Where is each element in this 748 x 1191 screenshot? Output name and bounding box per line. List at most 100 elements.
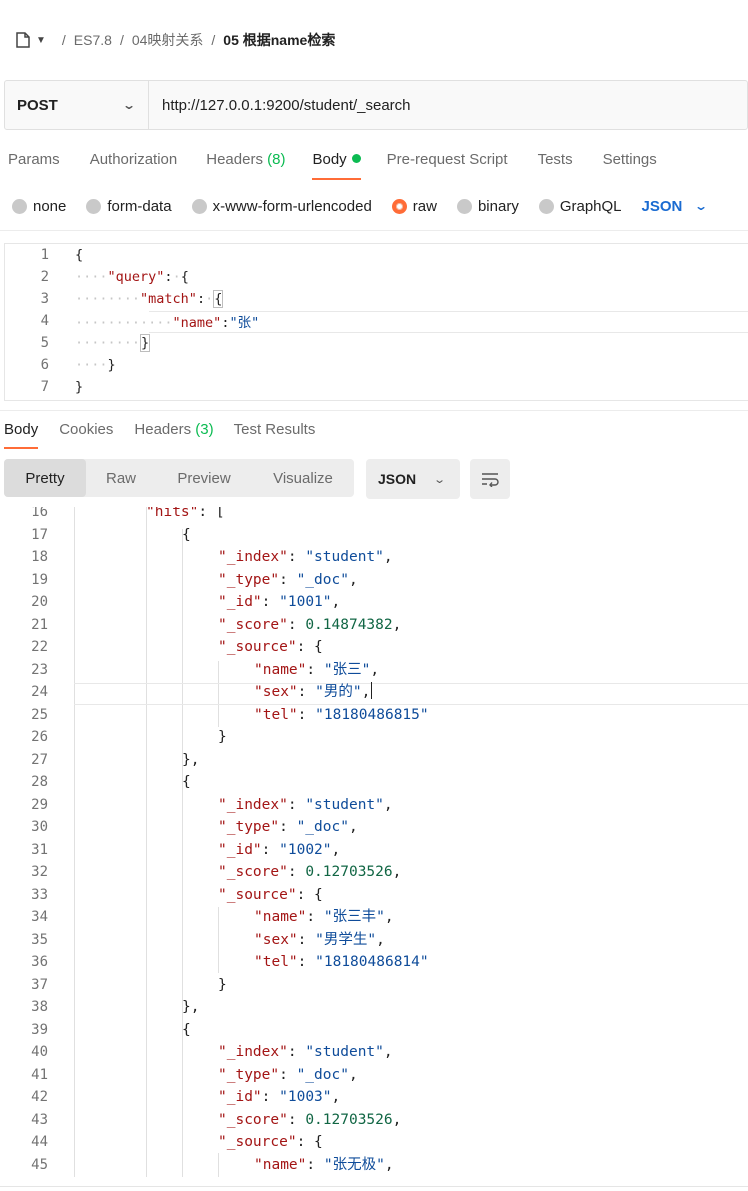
- radio-x-www-form-urlencoded[interactable]: x-www-form-urlencoded: [191, 198, 372, 215]
- json-punctuation: : {: [296, 886, 323, 903]
- json-punctuation: ,: [383, 796, 393, 813]
- breadcrumb-collection[interactable]: ES7.8: [74, 32, 112, 48]
- json-key: "_index": [218, 1044, 288, 1060]
- tab-headers[interactable]: Headers (8): [206, 140, 285, 182]
- body-indicator-dot: [351, 154, 361, 163]
- response-body-viewer[interactable]: 16 "hits": [17 {18 "_index": "student", 19 "_…: [0, 507, 748, 1177]
- json-key: "name": [254, 1156, 307, 1173]
- json-key: "_type": [218, 1066, 280, 1083]
- line-number: 37: [31, 976, 48, 993]
- json-punctuation: :: [297, 706, 316, 723]
- json-string: "student": [305, 1044, 384, 1060]
- radio-graphql[interactable]: GraphQL: [538, 198, 622, 215]
- json-punctuation: },: [182, 999, 200, 1015]
- brace-matched: {: [213, 290, 224, 308]
- radio-binary[interactable]: binary: [456, 197, 519, 215]
- code-text: {: [182, 771, 191, 793]
- code-text: {: [182, 524, 191, 546]
- json-punctuation: : [: [198, 507, 225, 520]
- code-line: 29 "_index": "student",: [0, 794, 748, 816]
- tab-test-results[interactable]: Test Results: [234, 411, 316, 451]
- url-input[interactable]: http://127.0.0.1:9200/student/_search: [149, 81, 411, 129]
- body-format-dropdown[interactable]: JSON ⌄: [641, 197, 709, 215]
- json-punctuation: :: [297, 931, 316, 948]
- divider: [0, 230, 748, 231]
- request-body-editor[interactable]: 1{ 2 ····"query":·{ 3 ········"match":·{ 4…: [4, 243, 748, 401]
- radio-form-data[interactable]: form-data: [86, 198, 172, 215]
- code-text: }: [218, 974, 227, 996]
- code-line: 30 "_type": "_doc",: [0, 816, 748, 838]
- code-line: 1{: [5, 244, 748, 266]
- json-punctuation: : {: [296, 639, 323, 655]
- tab-pre-request-script[interactable]: Pre-request Script: [387, 140, 508, 182]
- line-number: 23: [31, 661, 48, 678]
- json-punctuation: :: [306, 909, 324, 925]
- body-format-label: JSON: [641, 197, 683, 215]
- tab-authorization[interactable]: Authorization: [90, 140, 178, 182]
- json-punctuation: ,: [361, 684, 371, 700]
- tab-response-body[interactable]: Body: [4, 411, 39, 451]
- json-key: "_source": [218, 639, 297, 655]
- json-punctuation: :: [287, 864, 306, 880]
- tab-cookies[interactable]: Cookies: [59, 411, 113, 451]
- json-key: "_id": [218, 841, 262, 858]
- line-number: 34: [31, 909, 48, 925]
- json-key: "name": [172, 315, 222, 331]
- brace: }: [107, 357, 116, 373]
- json-string: "1002": [279, 841, 332, 858]
- view-raw[interactable]: Raw: [86, 459, 156, 497]
- json-key: "tel": [254, 954, 298, 970]
- radio-raw[interactable]: raw: [391, 198, 437, 215]
- json-punctuation: :: [306, 1156, 324, 1173]
- breadcrumb-request[interactable]: 05 根据name检索: [223, 30, 335, 50]
- radio-label: none: [33, 197, 67, 215]
- wrap-lines-button[interactable]: [470, 459, 510, 499]
- json-punctuation: :: [279, 1066, 297, 1083]
- caret-down-icon[interactable]: ▼: [36, 35, 46, 46]
- line-number: 3: [40, 291, 49, 307]
- view-preview[interactable]: Preview: [156, 459, 252, 497]
- json-string: "_doc": [296, 1066, 349, 1083]
- line-number: 42: [31, 1089, 48, 1105]
- response-format-dropdown[interactable]: JSON ⌄: [366, 459, 460, 499]
- document-icon[interactable]: [14, 31, 32, 49]
- view-visualize[interactable]: Visualize: [252, 459, 354, 497]
- json-key: "_index": [218, 796, 288, 813]
- tab-settings[interactable]: Settings: [603, 140, 657, 182]
- radio-circle: [86, 198, 102, 214]
- code-line: 38},: [0, 996, 748, 1018]
- line-number: 2: [40, 269, 49, 285]
- tab-label: Params: [8, 151, 60, 168]
- radio-label: binary: [477, 197, 519, 215]
- line-number: 21: [31, 616, 48, 633]
- view-pretty[interactable]: Pretty: [4, 459, 86, 497]
- json-punctuation: :: [261, 594, 280, 610]
- code-text: "_id": "1002",: [218, 839, 340, 861]
- line-number: 45: [31, 1156, 48, 1173]
- code-line: 45 "name": "张无极",: [0, 1154, 748, 1176]
- active-tab-underline: [4, 447, 39, 449]
- json-string: "张三丰": [323, 909, 385, 925]
- tab-params[interactable]: Params: [8, 140, 60, 182]
- radio-none[interactable]: none: [12, 198, 66, 215]
- code-text: "_source": {: [218, 1131, 323, 1153]
- json-punctuation: },: [182, 751, 200, 768]
- json-punctuation: ,: [383, 1044, 393, 1060]
- json-number: 0.14874382: [305, 616, 393, 633]
- breadcrumb-folder[interactable]: 04映射关系: [132, 30, 204, 50]
- tab-label: Body: [4, 421, 39, 438]
- code-text: "sex": "男学生",: [254, 929, 385, 951]
- method-select[interactable]: POST ⌄: [5, 81, 149, 129]
- divider: [0, 1186, 748, 1187]
- tab-tests[interactable]: Tests: [538, 140, 573, 182]
- radio-circle: [12, 198, 27, 214]
- code-text: ········"match":·{: [75, 290, 224, 308]
- tab-body[interactable]: Body: [312, 140, 361, 182]
- code-text: },: [182, 996, 199, 1018]
- line-number: 1: [40, 247, 49, 263]
- code-line: 42 "_id": "1003",: [0, 1086, 748, 1108]
- json-punctuation: {: [182, 526, 191, 543]
- json-key: "name": [254, 661, 307, 678]
- tab-response-headers[interactable]: Headers (3): [134, 411, 213, 451]
- code-text: "_source": {: [218, 884, 323, 906]
